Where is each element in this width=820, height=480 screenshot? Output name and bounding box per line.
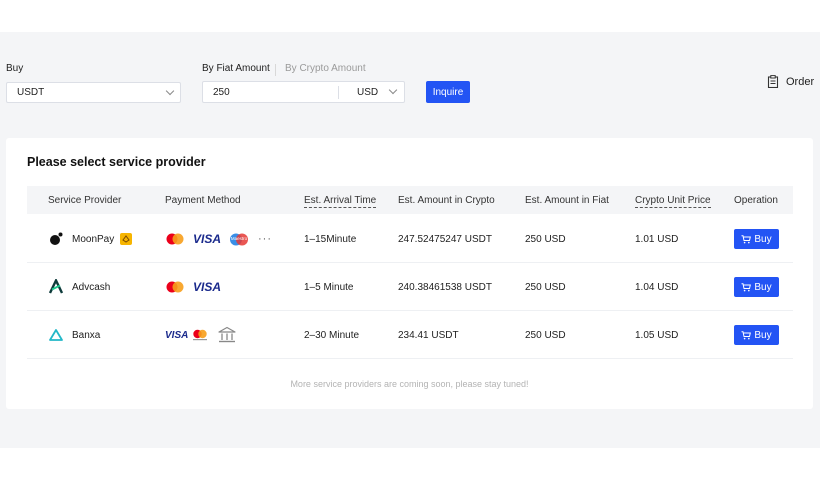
buy-button[interactable]: Buy bbox=[734, 229, 779, 249]
clipboard-icon bbox=[767, 75, 779, 88]
amount-crypto: 240.38461538 USDT bbox=[398, 281, 492, 293]
provider-name: MoonPay bbox=[72, 233, 115, 245]
provider-cell: MoonPay bbox=[48, 215, 133, 263]
buy-label: Buy bbox=[754, 281, 772, 293]
input-divider bbox=[338, 86, 339, 99]
chevron-down-icon[interactable] bbox=[388, 85, 398, 95]
buy-label: Buy bbox=[754, 329, 772, 341]
table-row: Banxa VISA 2–30 Minute 234.41 USDT 250 U… bbox=[27, 311, 793, 359]
col-amount-fiat: Est. Amount in Fiat bbox=[525, 195, 609, 206]
col-arrival-time[interactable]: Est. Arrival Time bbox=[304, 195, 377, 208]
tab-by-fiat-amount[interactable]: By Fiat Amount bbox=[202, 63, 270, 74]
card-title: Please select service provider bbox=[27, 155, 206, 169]
chevron-down-icon bbox=[165, 86, 175, 96]
buy-button[interactable]: Buy bbox=[734, 277, 779, 297]
promo-badge-icon bbox=[120, 233, 133, 245]
maestro-icon: Maestro bbox=[229, 233, 249, 246]
arrival-time: 1–5 Minute bbox=[304, 281, 354, 293]
provider-card: Please select service provider Service P… bbox=[6, 138, 813, 409]
amount-input[interactable]: 250 bbox=[213, 87, 338, 98]
provider-name: Advcash bbox=[72, 281, 111, 293]
visa-icon: VISA bbox=[165, 329, 189, 341]
mastercard-icon bbox=[193, 329, 208, 341]
amount-fiat: 250 USD bbox=[525, 329, 566, 341]
tab-by-crypto-amount[interactable]: By Crypto Amount bbox=[285, 63, 366, 74]
advcash-logo-icon bbox=[48, 279, 64, 294]
col-amount-crypto: Est. Amount in Crypto bbox=[398, 195, 495, 206]
inquire-button[interactable]: Inquire bbox=[426, 81, 470, 103]
arrival-time: 2–30 Minute bbox=[304, 329, 360, 341]
buy-button[interactable]: Buy bbox=[734, 325, 779, 345]
table-row: MoonPay VISA Maestro ··· 1–15Minute 247.… bbox=[27, 215, 793, 263]
amount-fiat: 250 USD bbox=[525, 281, 566, 293]
cart-icon bbox=[741, 234, 752, 243]
table-header: Service Provider Payment Method Est. Arr… bbox=[27, 186, 793, 214]
unit-price: 1.05 USD bbox=[635, 329, 679, 341]
provider-name: Banxa bbox=[72, 329, 101, 341]
provider-cell: Advcash bbox=[48, 263, 110, 311]
order-label: Order bbox=[786, 75, 815, 88]
mastercard-icon bbox=[166, 233, 184, 245]
col-payment-method: Payment Method bbox=[165, 195, 241, 206]
visa-icon: VISA bbox=[193, 280, 222, 294]
unit-price: 1.04 USD bbox=[635, 281, 679, 293]
cart-icon bbox=[741, 330, 752, 339]
arrival-time: 1–15Minute bbox=[304, 233, 357, 245]
cart-icon bbox=[741, 282, 752, 291]
amount-crypto: 234.41 USDT bbox=[398, 329, 459, 341]
col-operation: Operation bbox=[734, 195, 778, 206]
provider-cell: Banxa bbox=[48, 311, 100, 359]
crypto-select[interactable]: USDT bbox=[6, 82, 181, 103]
payment-methods: VISA Maestro ··· bbox=[165, 215, 272, 263]
more-methods-icon[interactable]: ··· bbox=[258, 233, 272, 245]
mastercard-icon bbox=[166, 281, 184, 293]
amount-input-group: 250 USD bbox=[202, 81, 405, 103]
visa-icon: VISA bbox=[193, 232, 222, 246]
payment-methods: VISA bbox=[165, 263, 221, 311]
table-row: Advcash VISA 1–5 Minute 240.38461538 USD… bbox=[27, 263, 793, 311]
fiat-select-value[interactable]: USD bbox=[357, 87, 378, 98]
order-link[interactable]: Order bbox=[767, 75, 814, 88]
col-unit-price[interactable]: Crypto Unit Price bbox=[635, 195, 711, 208]
amount-crypto: 247.52475247 USDT bbox=[398, 233, 492, 245]
unit-price: 1.01 USD bbox=[635, 233, 679, 245]
moonpay-logo-icon bbox=[50, 232, 63, 245]
bank-icon bbox=[218, 326, 236, 343]
buy-label: Buy bbox=[6, 63, 24, 74]
banxa-logo-icon bbox=[49, 329, 63, 341]
col-service-provider: Service Provider bbox=[48, 195, 122, 206]
coming-soon-note: More service providers are coming soon, … bbox=[290, 379, 529, 389]
buy-label: Buy bbox=[754, 233, 772, 245]
amount-fiat: 250 USD bbox=[525, 233, 566, 245]
tab-divider bbox=[275, 64, 276, 76]
payment-methods: VISA bbox=[165, 311, 237, 359]
crypto-select-value: USDT bbox=[17, 87, 45, 98]
